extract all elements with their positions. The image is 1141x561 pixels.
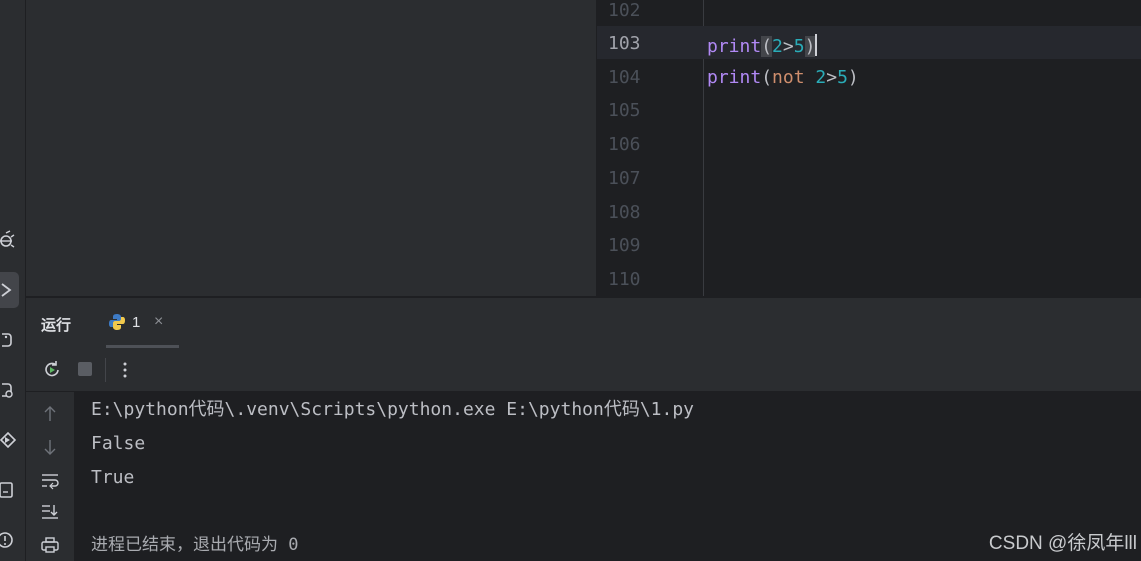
code-token-paren: ): [804, 36, 816, 57]
line-number: 102: [608, 0, 641, 21]
terminal-icon[interactable]: [0, 480, 18, 500]
project-pane: [26, 0, 596, 296]
rerun-icon[interactable]: [41, 359, 63, 381]
code-token-paren: (: [761, 67, 773, 88]
stop-icon[interactable]: [75, 359, 97, 381]
line-number-current: 103: [608, 33, 641, 54]
scroll-down-icon[interactable]: [40, 437, 60, 457]
run-tab-label: 1: [132, 314, 141, 331]
current-line-highlight: [597, 26, 1141, 59]
scroll-up-icon[interactable]: [40, 404, 60, 424]
line-number: 106: [608, 134, 641, 155]
soft-wrap-icon[interactable]: [40, 470, 60, 490]
python-console-icon[interactable]: [0, 380, 18, 400]
console-command-line: E:\python代码\.venv\Scripts\python.exe E:\…: [91, 399, 695, 420]
code-token-operator: >: [782, 36, 794, 57]
console-output-line: True: [91, 467, 135, 488]
python-file-icon: [108, 313, 126, 331]
toolbar-separator: [105, 358, 106, 382]
code-line-103[interactable]: print(2>5): [707, 34, 818, 57]
python-packages-icon[interactable]: [0, 330, 18, 350]
line-number: 109: [608, 235, 641, 256]
code-token-operator: >: [826, 67, 838, 88]
code-token-number: 5: [793, 36, 805, 57]
line-number: 108: [608, 202, 641, 223]
more-options-icon[interactable]: [115, 359, 137, 381]
scroll-to-end-icon[interactable]: [40, 502, 60, 522]
console-exit-message: 进程已结束，退出代码为 0: [91, 535, 299, 555]
code-token-paren: ): [847, 67, 859, 88]
code-token-paren: (: [761, 36, 773, 57]
code-token-number: 2: [772, 36, 783, 57]
code-token-number: 2: [815, 67, 827, 88]
code-token-keyword: not: [772, 67, 805, 88]
problems-icon[interactable]: [0, 530, 18, 550]
code-token-function: print: [707, 36, 762, 57]
line-number: 107: [608, 168, 641, 189]
services-icon[interactable]: [0, 430, 18, 450]
watermark: CSDN @徐凤年lll: [988, 533, 1137, 554]
line-number: 110: [608, 269, 641, 290]
left-tool-strip: [0, 0, 26, 561]
close-tab-icon[interactable]: ×: [154, 313, 163, 331]
run-tool-window-header: 运行 1 ×: [26, 297, 1141, 349]
run-toolbar: [26, 348, 1141, 392]
run-icon[interactable]: [0, 280, 18, 300]
code-line-104[interactable]: print(not 2>5): [707, 68, 859, 88]
code-token-number: 5: [837, 67, 848, 88]
line-number: 105: [608, 100, 641, 121]
code-token-function: print: [707, 67, 762, 88]
tool-window-title: 运行: [41, 317, 72, 334]
print-icon[interactable]: [40, 535, 60, 555]
bug-icon[interactable]: [0, 230, 18, 250]
console-output-line: False: [91, 433, 146, 454]
run-tab-1[interactable]: 1 ×: [106, 298, 179, 348]
line-number: 104: [608, 67, 641, 88]
text-caret: [815, 34, 818, 56]
